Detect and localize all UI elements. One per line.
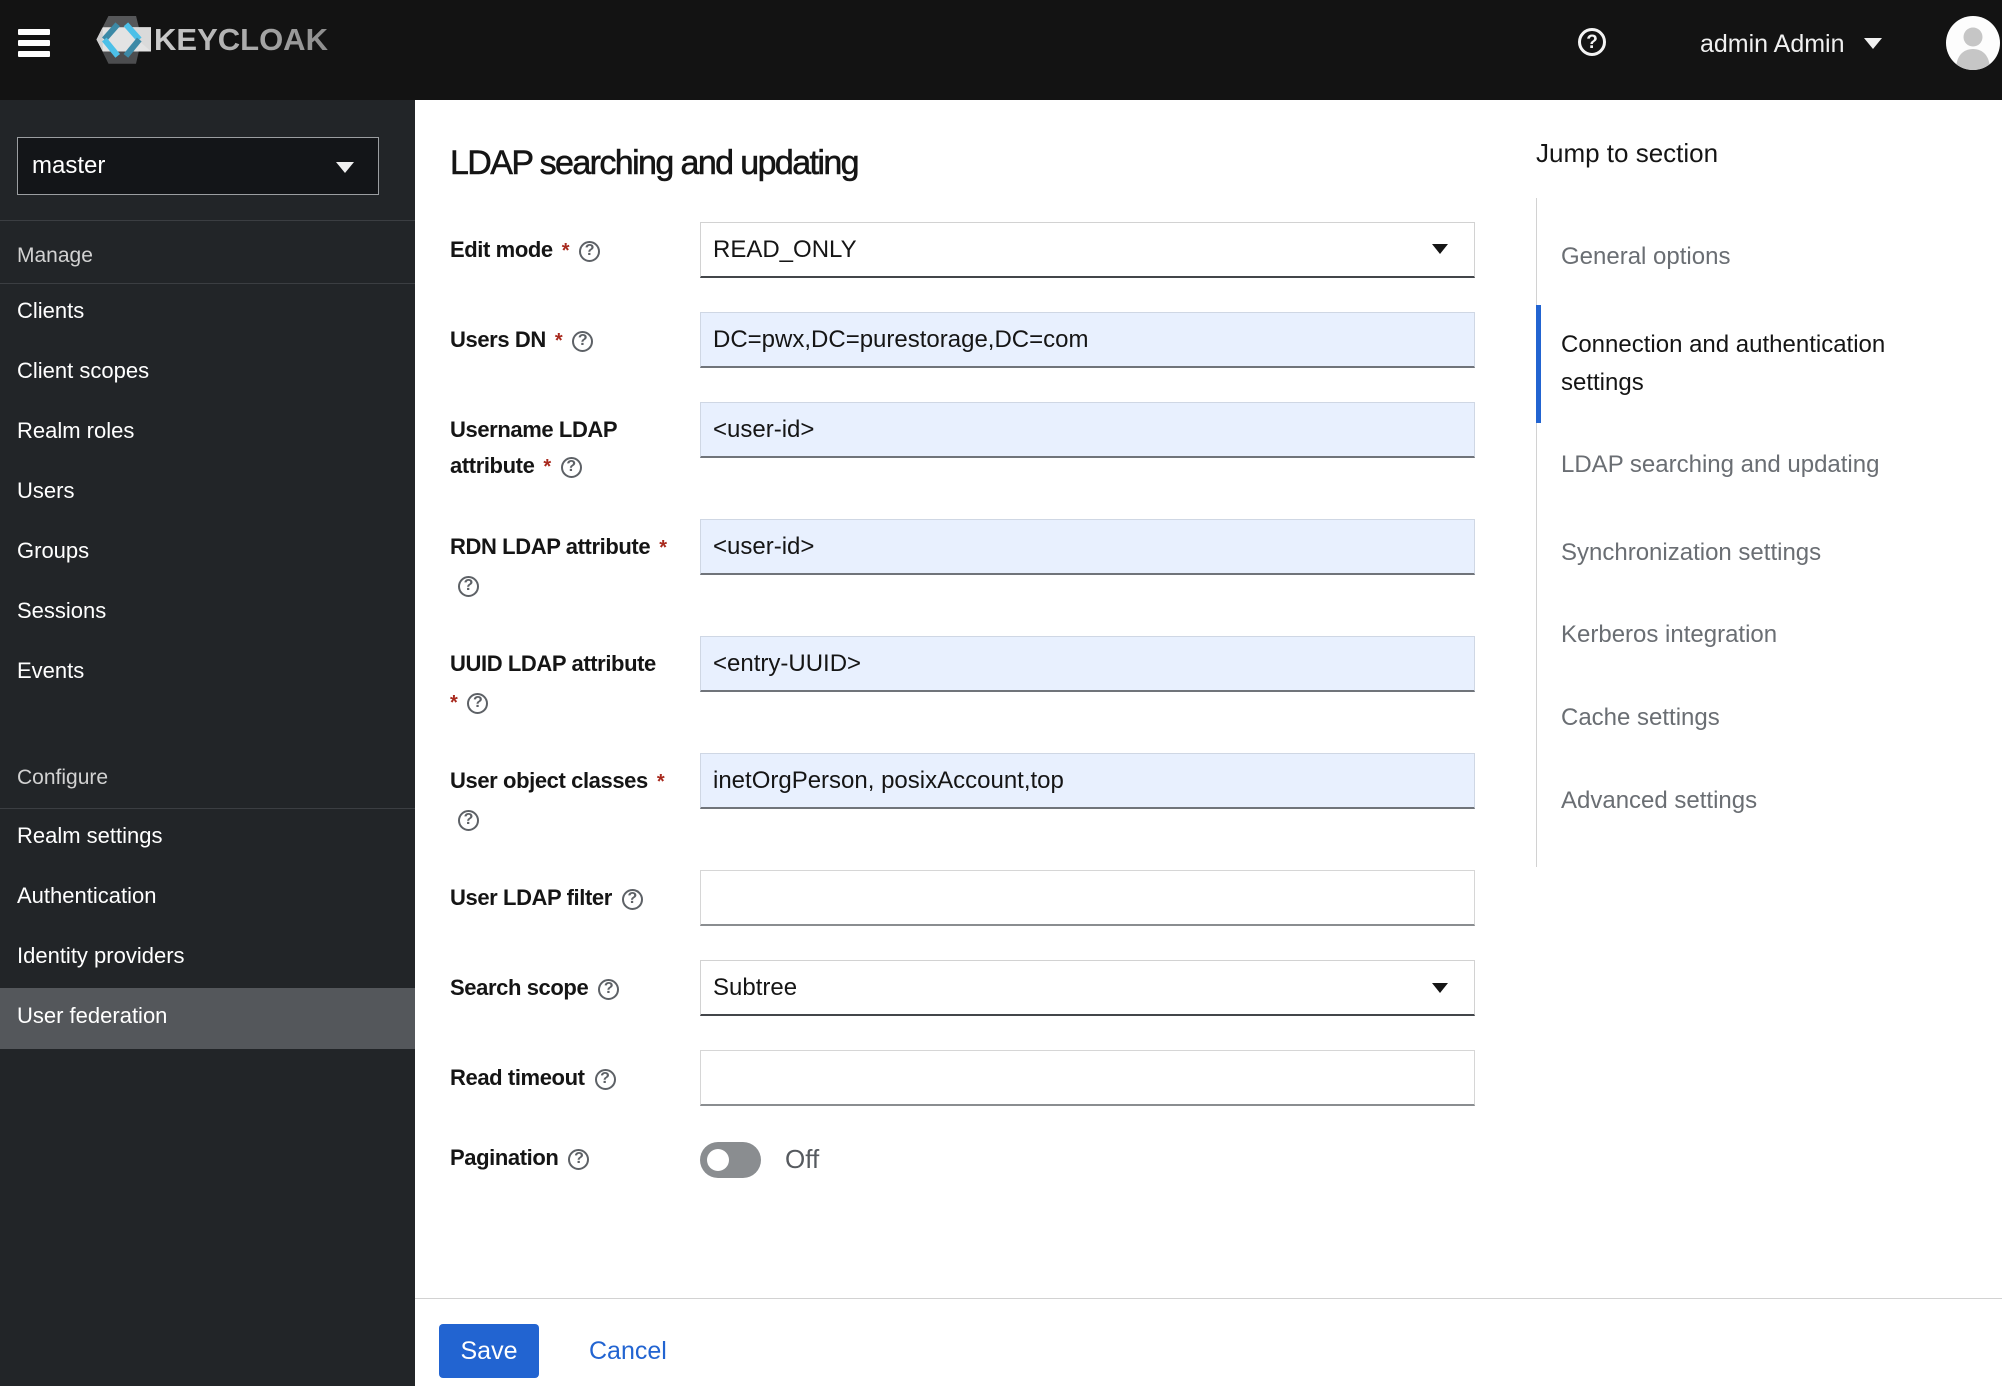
svg-text:KEYCLOAK: KEYCLOAK	[154, 22, 329, 57]
